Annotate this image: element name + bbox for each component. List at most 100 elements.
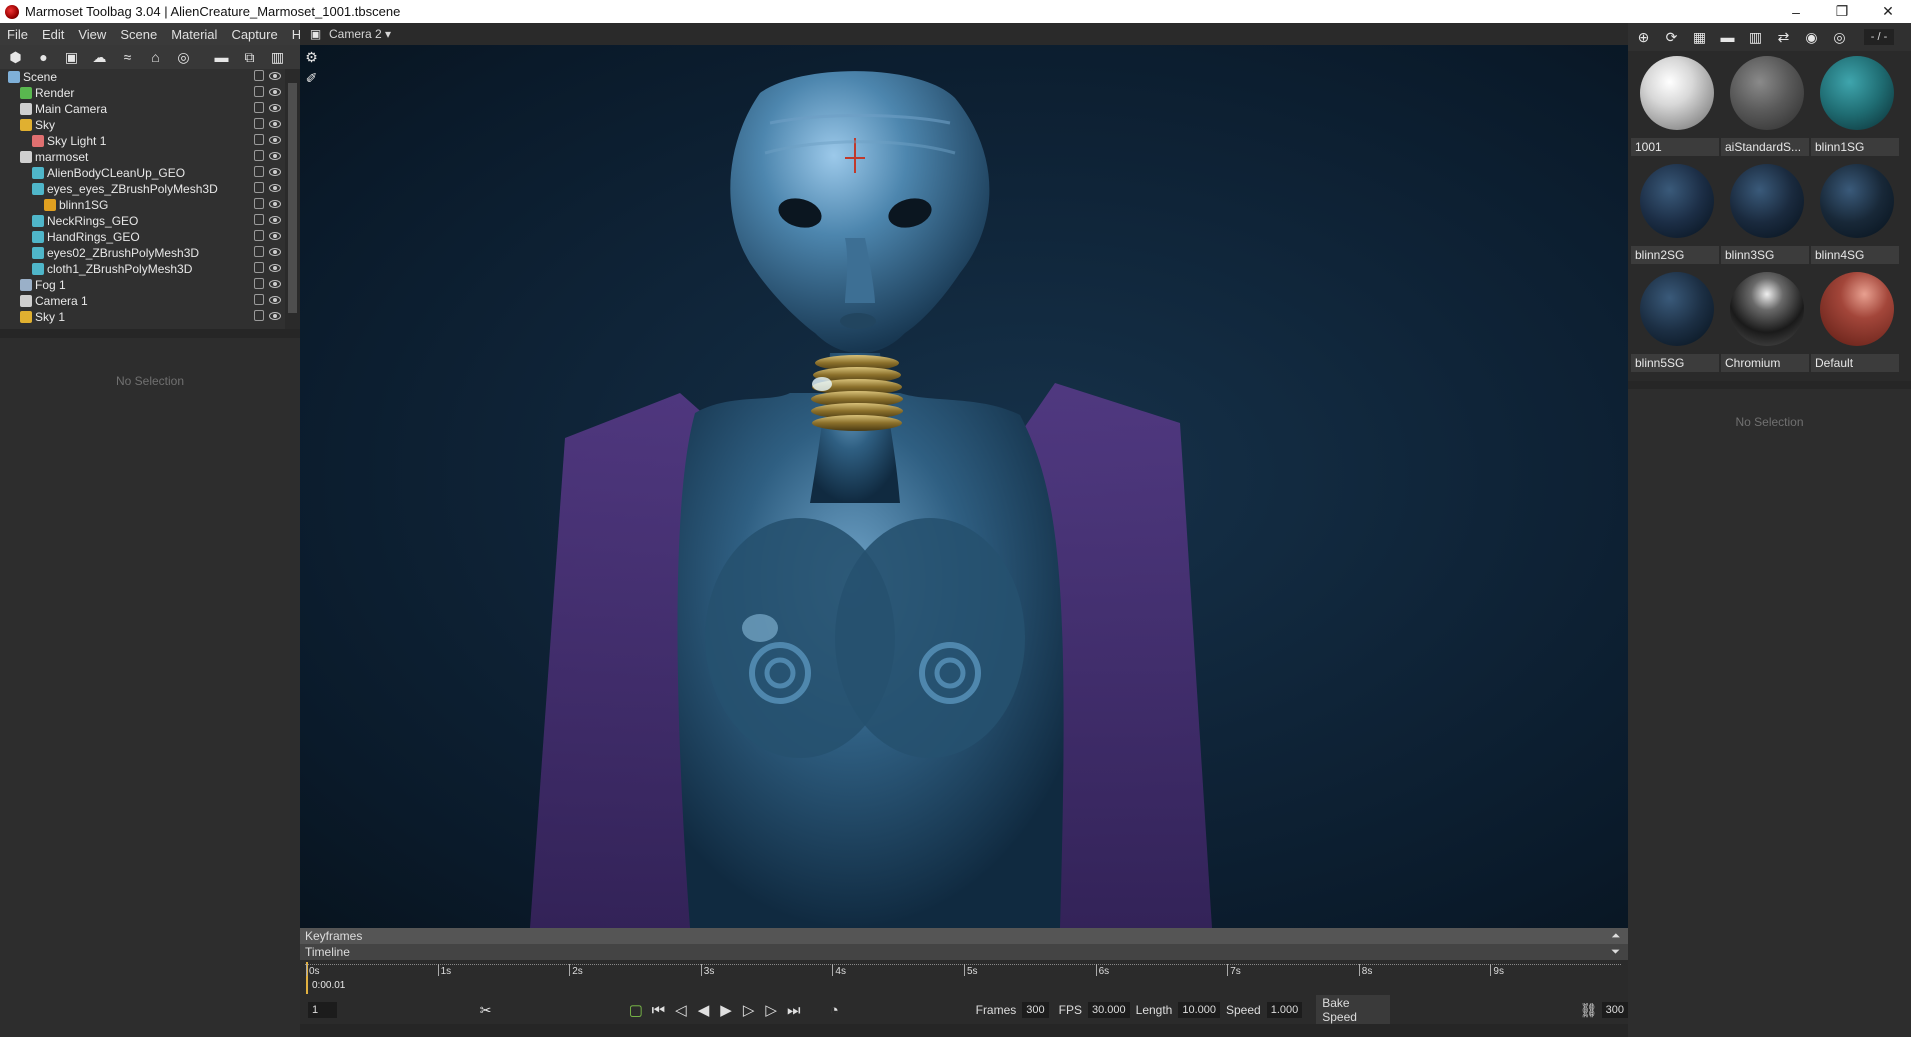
- add-sky-icon[interactable]: ☁: [90, 48, 109, 67]
- tree-item[interactable]: NeckRings_GEO: [0, 213, 285, 229]
- tree-item[interactable]: Sky 1: [0, 309, 285, 325]
- lock-icon[interactable]: [254, 310, 264, 321]
- add-turntable-icon[interactable]: ◎: [174, 48, 193, 67]
- duplicate-icon[interactable]: ⧉: [240, 48, 259, 67]
- material-tile[interactable]: blinn1SG: [1811, 54, 1899, 158]
- material-tile[interactable]: blinn3SG: [1721, 162, 1809, 266]
- timeline-ruler[interactable]: 0:00.01 0s 1s 2s 3s 4s 5s 6s 7s 8s 9s: [300, 960, 1628, 996]
- speed-field[interactable]: 1.000: [1266, 1002, 1303, 1018]
- lock-icon[interactable]: [254, 246, 264, 257]
- scene-tree-scrollbar[interactable]: [285, 69, 300, 329]
- lock-icon[interactable]: [254, 182, 264, 193]
- tree-item[interactable]: eyes_eyes_ZBrushPolyMesh3D: [0, 181, 285, 197]
- folder-icon[interactable]: ▬: [1718, 28, 1737, 47]
- lock-icon[interactable]: [254, 214, 264, 225]
- eye-icon[interactable]: [269, 312, 281, 320]
- keyframe-tool-icon[interactable]: ✂: [477, 1001, 495, 1020]
- tree-item[interactable]: cloth1_ZBrushPolyMesh3D: [0, 261, 285, 277]
- add-material-icon[interactable]: ⊕: [1634, 28, 1653, 47]
- length-field[interactable]: 10.000: [1178, 1002, 1220, 1018]
- lock-icon[interactable]: [254, 118, 264, 129]
- frame-field[interactable]: 1: [308, 1002, 337, 1018]
- eye-icon[interactable]: [269, 88, 281, 96]
- speed-dial-icon[interactable]: ◔: [823, 1002, 846, 1019]
- keyframe-track[interactable]: [300, 1024, 1628, 1037]
- eye-icon[interactable]: [269, 136, 281, 144]
- loop-icon[interactable]: ▢: [625, 1001, 648, 1019]
- tree-item[interactable]: blinn1SG: [0, 197, 285, 213]
- add-fog-icon[interactable]: ≈: [118, 48, 137, 67]
- skip-start-icon[interactable]: ⏮: [647, 1002, 670, 1019]
- pick-material-icon[interactable]: ◉: [1802, 28, 1821, 47]
- tree-item[interactable]: marmoset: [0, 149, 285, 165]
- eye-icon[interactable]: [269, 232, 281, 240]
- panel-splitter[interactable]: [0, 329, 300, 338]
- collapse-timeline-icon[interactable]: ⏷: [1611, 946, 1620, 959]
- tree-item[interactable]: HandRings_GEO: [0, 229, 285, 245]
- eye-icon[interactable]: [269, 248, 281, 256]
- duplicate-material-icon[interactable]: ⟳: [1662, 28, 1681, 47]
- timeline-header[interactable]: Timeline ⏷: [300, 944, 1628, 960]
- collapse-keyframes-icon[interactable]: ⏶: [1611, 930, 1620, 943]
- tree-item[interactable]: Render: [0, 85, 285, 101]
- tree-item[interactable]: Sky Light 1: [0, 133, 285, 149]
- eye-icon[interactable]: [269, 168, 281, 176]
- material-tile[interactable]: Default: [1811, 270, 1899, 374]
- link-icon[interactable]: ⛓: [1580, 1001, 1598, 1020]
- eye-icon[interactable]: [269, 200, 281, 208]
- material-tile[interactable]: Chromium: [1721, 270, 1809, 374]
- tree-item[interactable]: Sky: [0, 117, 285, 133]
- lock-icon[interactable]: [254, 86, 264, 97]
- folder-icon[interactable]: ▬: [212, 48, 231, 67]
- play-icon[interactable]: ▶: [715, 1001, 738, 1019]
- add-light-icon[interactable]: ●: [34, 48, 53, 67]
- lock-icon[interactable]: [254, 230, 264, 241]
- menu-scene[interactable]: Scene: [113, 27, 164, 42]
- bake-speed-button[interactable]: Bake Speed: [1316, 995, 1390, 1025]
- lock-icon[interactable]: [254, 278, 264, 289]
- eye-icon[interactable]: [269, 184, 281, 192]
- trash-icon[interactable]: ▥: [1746, 28, 1765, 47]
- eye-icon[interactable]: [269, 104, 281, 112]
- frames-field[interactable]: 300: [1022, 1002, 1049, 1018]
- tree-item[interactable]: Fog 1: [0, 277, 285, 293]
- lock-icon[interactable]: [254, 102, 264, 113]
- material-tile[interactable]: blinn2SG: [1631, 162, 1719, 266]
- panel-splitter[interactable]: [1628, 381, 1911, 389]
- keyframes-header[interactable]: Keyframes ⏶: [300, 928, 1628, 944]
- lock-icon[interactable]: [254, 166, 264, 177]
- menu-edit[interactable]: Edit: [35, 27, 71, 42]
- step-forward-icon[interactable]: ▷: [760, 1001, 783, 1019]
- trash-icon[interactable]: ▥: [268, 48, 287, 67]
- lock-icon[interactable]: [254, 198, 264, 209]
- lock-icon[interactable]: [254, 70, 264, 81]
- eye-icon[interactable]: [269, 216, 281, 224]
- tree-item[interactable]: Camera 1: [0, 293, 285, 309]
- close-button[interactable]: ✕: [1865, 0, 1911, 23]
- add-camera-icon[interactable]: ▣: [62, 48, 81, 67]
- menu-material[interactable]: Material: [164, 27, 224, 42]
- prev-frame-icon[interactable]: ◀: [692, 1001, 715, 1019]
- tree-item[interactable]: eyes02_ZBrushPolyMesh3D: [0, 245, 285, 261]
- eye-icon[interactable]: [269, 296, 281, 304]
- eye-icon[interactable]: [269, 152, 281, 160]
- 3d-viewport[interactable]: ▣ Camera 2 ▾ ⚙ ✐: [300, 23, 1628, 928]
- material-filter-field[interactable]: - / -: [1864, 29, 1894, 45]
- lock-icon[interactable]: [254, 150, 264, 161]
- fps-field[interactable]: 30.000: [1087, 1002, 1130, 1018]
- checker-icon[interactable]: ▦: [1690, 28, 1709, 47]
- eye-icon[interactable]: [269, 280, 281, 288]
- tree-item[interactable]: Scene: [0, 69, 285, 85]
- tree-item[interactable]: Main Camera: [0, 101, 285, 117]
- step-back-icon[interactable]: ◁: [670, 1001, 693, 1019]
- material-tile[interactable]: blinn5SG: [1631, 270, 1719, 374]
- next-frame-icon[interactable]: ▷: [737, 1001, 760, 1019]
- assign-material-icon[interactable]: ⇄: [1774, 28, 1793, 47]
- lock-icon[interactable]: [254, 294, 264, 305]
- eye-icon[interactable]: [269, 72, 281, 80]
- restore-button[interactable]: ❐: [1819, 0, 1865, 23]
- skip-end-icon[interactable]: ⏭: [782, 1002, 805, 1019]
- material-tile[interactable]: blinn4SG: [1811, 162, 1899, 266]
- minimize-button[interactable]: –: [1773, 0, 1819, 23]
- material-tile[interactable]: aiStandardS...: [1721, 54, 1809, 158]
